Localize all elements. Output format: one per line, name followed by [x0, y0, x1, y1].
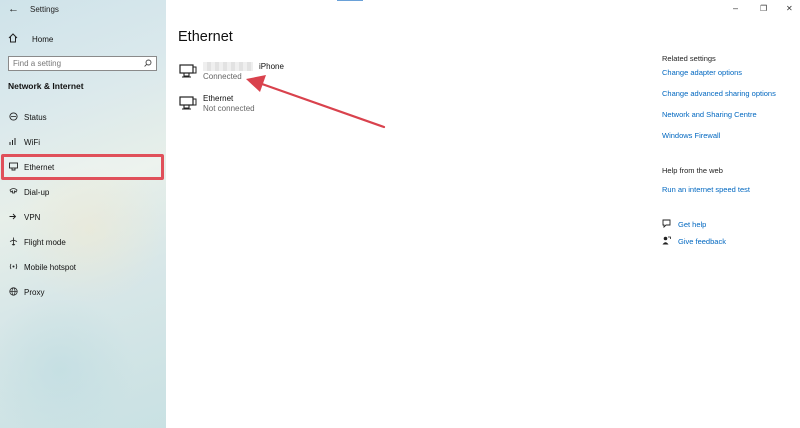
home-icon: [8, 32, 20, 46]
sidebar-item-label: Proxy: [24, 287, 45, 297]
change-adapter-options-link[interactable]: Change adapter options: [662, 68, 742, 77]
close-button[interactable]: ✕: [786, 4, 793, 13]
annotation-arrow: [246, 75, 386, 129]
monitor-icon: [179, 64, 197, 80]
sidebar-item-vpn[interactable]: VPN: [0, 210, 166, 224]
home-label: Home: [32, 34, 54, 44]
airplane-icon: [8, 237, 18, 248]
sidebar-item-wifi[interactable]: WiFi: [0, 135, 166, 149]
sidebar: ← Settings Home Network & Internet Statu…: [0, 0, 166, 428]
windows-firewall-link[interactable]: Windows Firewall: [662, 131, 720, 140]
sidebar-item-label: Ethernet: [24, 162, 55, 172]
sidebar-item-label: VPN: [24, 212, 41, 222]
monitor-icon: [179, 96, 197, 112]
page-title: Ethernet: [178, 29, 233, 45]
chat-bubble-icon: [662, 219, 672, 230]
sidebar-item-ethernet[interactable]: Ethernet: [0, 160, 166, 174]
help-heading: Help from the web: [662, 166, 723, 175]
sidebar-item-label: Dial-up: [24, 187, 50, 197]
get-help-row[interactable]: Get help: [662, 219, 706, 230]
status-icon: [8, 111, 18, 123]
sidebar-item-label: Flight mode: [24, 237, 66, 247]
sidebar-item-status[interactable]: Status: [0, 110, 166, 124]
sidebar-item-label: WiFi: [24, 137, 40, 147]
get-help-link[interactable]: Get help: [678, 220, 706, 229]
sidebar-item-dialup[interactable]: Dial-up: [0, 185, 166, 199]
give-feedback-row[interactable]: Give feedback: [662, 236, 726, 247]
vpn-icon: [8, 212, 18, 223]
sidebar-item-mobile-hotspot[interactable]: Mobile hotspot: [0, 260, 166, 274]
globe-icon: [8, 286, 18, 298]
sidebar-item-home[interactable]: Home: [8, 32, 53, 46]
sidebar-item-flight-mode[interactable]: Flight mode: [0, 235, 166, 249]
sidebar-item-label: Mobile hotspot: [24, 262, 77, 272]
feedback-person-icon: [662, 236, 672, 247]
dialup-icon: [8, 187, 18, 198]
back-arrow-icon[interactable]: ←: [8, 3, 19, 15]
sidebar-item-label: Status: [24, 112, 47, 122]
minimize-button[interactable]: –: [733, 3, 738, 13]
sidebar-item-proxy[interactable]: Proxy: [0, 285, 166, 299]
wifi-icon: [8, 137, 18, 148]
give-feedback-link[interactable]: Give feedback: [678, 237, 726, 246]
network-sharing-centre-link[interactable]: Network and Sharing Centre: [662, 110, 757, 119]
sidebar-backdrop: [0, 300, 140, 428]
window-title: Settings: [30, 5, 59, 14]
change-advanced-sharing-link[interactable]: Change advanced sharing options: [662, 89, 776, 98]
related-settings-heading: Related settings: [662, 54, 716, 63]
search-box[interactable]: [8, 56, 157, 71]
restore-button[interactable]: ❐: [760, 4, 767, 13]
hotspot-icon: [8, 262, 18, 273]
top-accent-line: [337, 0, 363, 1]
ethernet-icon: [8, 162, 18, 173]
search-icon[interactable]: [144, 59, 152, 69]
speed-test-link[interactable]: Run an internet speed test: [662, 185, 750, 194]
search-input[interactable]: [13, 59, 144, 68]
section-title: Network & Internet: [8, 81, 84, 91]
